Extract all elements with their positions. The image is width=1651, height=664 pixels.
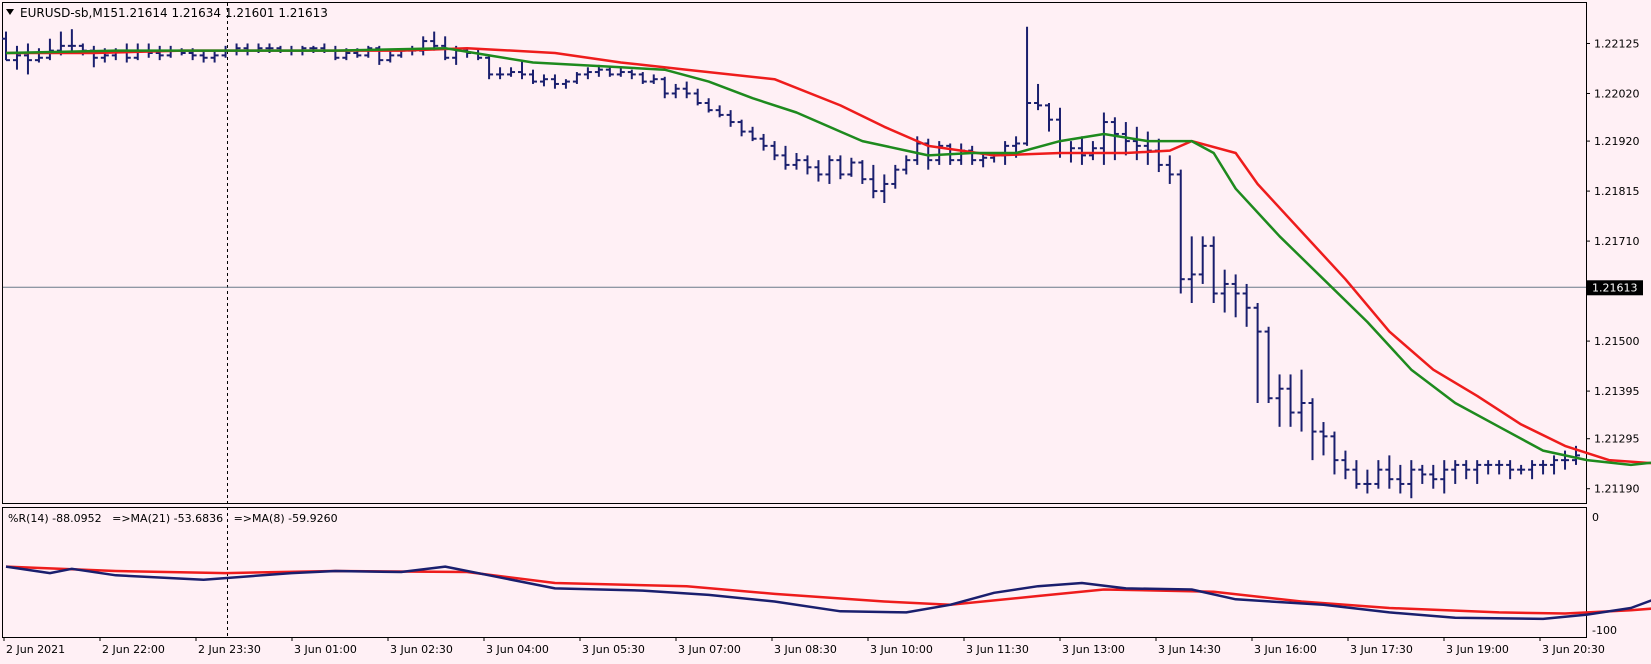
x-tick-label: 3 Jun 19:00 [1446, 643, 1509, 656]
bid-price-label: 1.21613 [1592, 281, 1638, 294]
x-tick-label: 2 Jun 23:30 [198, 643, 261, 656]
x-tick-label: 3 Jun 02:30 [390, 643, 453, 656]
y-tick-label: 1.21500 [1594, 335, 1640, 348]
x-tick-label: 2 Jun 22:00 [102, 643, 165, 656]
x-tick-label: 3 Jun 10:00 [870, 643, 933, 656]
x-tick-label: 3 Jun 17:30 [1350, 643, 1413, 656]
y-tick-label: 1.21710 [1594, 235, 1640, 248]
x-tick-label: 3 Jun 01:00 [294, 643, 357, 656]
x-tick-label: 3 Jun 05:30 [582, 643, 645, 656]
x-tick-label: 3 Jun 13:00 [1062, 643, 1125, 656]
x-tick-label: 3 Jun 08:30 [774, 643, 837, 656]
x-tick-label: 3 Jun 11:30 [966, 643, 1029, 656]
y-tick-label: 1.22020 [1594, 87, 1640, 100]
symbol-label: EURUSD-sb,M15 [20, 6, 118, 20]
x-tick-label: 3 Jun 20:30 [1542, 643, 1605, 656]
x-tick-label: 3 Jun 16:00 [1254, 643, 1317, 656]
chart-window[interactable]: 1.22125 1.22020 1.21920 1.21815 1.21710 1.215… [0, 0, 1651, 661]
y-tick-label: 1.21815 [1594, 185, 1640, 198]
y-tick-label: 1.21190 [1594, 483, 1640, 496]
y-tick-label: 1.22125 [1594, 37, 1640, 50]
bid-price-tag: 1.21613 [1587, 280, 1643, 296]
x-tick-label: 2 Jun 2021 [6, 643, 65, 656]
y-tick-label: 1.21295 [1594, 433, 1640, 446]
x-tick-label: 3 Jun 04:00 [486, 643, 549, 656]
y-tick-label: 1.21395 [1594, 385, 1640, 398]
wpr-bottom-label: -100 [1592, 624, 1617, 637]
ohlc-readout: 1.21614 1.21634 1.21601 1.21613 [118, 6, 328, 20]
y-tick-label: 1.21920 [1594, 135, 1640, 148]
x-tick-label: 3 Jun 14:30 [1158, 643, 1221, 656]
chart-canvas[interactable]: 1.22125 1.22020 1.21920 1.21815 1.21710 1.215… [0, 0, 1651, 661]
wpr-top-label: 0 [1592, 511, 1599, 524]
x-tick-label: 3 Jun 07:00 [678, 643, 741, 656]
wpr-header: %R(14) -88.0952 =>MA(21) -53.6836 =>MA(8… [8, 512, 338, 525]
